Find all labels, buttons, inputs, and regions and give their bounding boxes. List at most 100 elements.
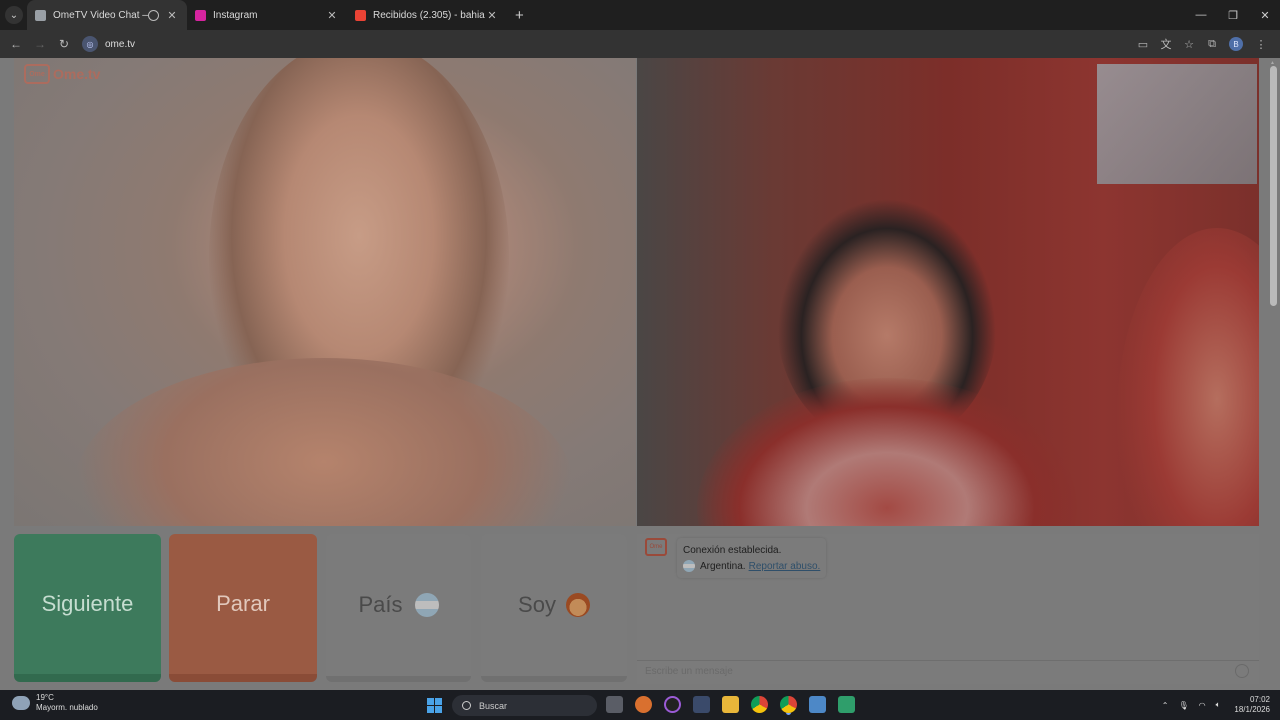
close-tab-icon[interactable]: ✕ xyxy=(165,9,179,22)
app-orange-icon[interactable] xyxy=(635,696,652,713)
boy-emoji-icon xyxy=(565,593,590,617)
extensions-icon[interactable]: ⧉ xyxy=(1201,38,1223,51)
window-controls: — ❐ ✕ xyxy=(1184,0,1280,30)
app-blue-icon[interactable] xyxy=(809,696,826,713)
tab-strip: ⌄ OmeTV Video Chat — Ome ✕ Instagram ✕ R… xyxy=(0,0,1280,30)
time: 07:02 xyxy=(1249,695,1270,704)
app-ring-icon[interactable] xyxy=(664,696,681,713)
stop-label: Parar xyxy=(216,591,270,616)
scroll-up-icon[interactable]: ▲ xyxy=(1270,60,1277,66)
connection-text: Conexión establecida. xyxy=(683,544,782,556)
taskbar-apps xyxy=(606,696,867,713)
emoji-icon[interactable] xyxy=(1235,664,1249,678)
browser-toolbar: ← → ↻ ◎ ome.tv ▭ 文 ☆ ⧉ B ⋮ xyxy=(0,30,1280,58)
wifi-icon[interactable]: ◠ xyxy=(1199,701,1206,710)
country-select-button[interactable]: País xyxy=(326,534,471,682)
site-info-icon[interactable]: ◎ xyxy=(82,36,98,52)
temperature: 19°C xyxy=(36,693,54,702)
close-window-icon[interactable]: ✕ xyxy=(1250,0,1280,30)
ometv-logo: Ome Ome.tv xyxy=(24,64,100,84)
next-button[interactable]: Siguiente xyxy=(14,534,161,682)
stop-button[interactable]: Parar xyxy=(169,534,317,682)
taskbar-search[interactable]: Buscar xyxy=(452,695,597,716)
tab-search-button[interactable]: ⌄ xyxy=(5,6,23,24)
tab-title: Instagram xyxy=(213,9,258,21)
back-icon[interactable]: ← xyxy=(4,37,28,51)
page-scrollbar[interactable] xyxy=(1270,66,1277,306)
video-figure xyxy=(74,358,574,526)
chrome-icon[interactable] xyxy=(751,696,768,713)
chevron-up-icon[interactable]: ⌃ xyxy=(1162,701,1169,710)
connection-line: Conexión establecida. xyxy=(683,542,820,558)
menu-kebab-icon[interactable]: ⋮ xyxy=(1250,38,1272,51)
tab-title: Recibidos (2.305) - bahianoam xyxy=(373,9,485,21)
chat-controls: Siguiente Parar País Soy xyxy=(14,534,628,682)
video-figure xyxy=(697,378,1077,526)
next-label: Siguiente xyxy=(41,591,134,616)
instagram-favicon-icon xyxy=(195,9,206,21)
address-bar[interactable]: ◎ ome.tv xyxy=(82,33,135,55)
cloud-icon xyxy=(12,696,30,710)
argentina-flag-icon xyxy=(683,560,695,572)
country-label: País xyxy=(358,592,403,617)
ometv-favicon-icon xyxy=(35,9,46,21)
gender-select-button[interactable]: Soy xyxy=(481,534,627,682)
message-input[interactable]: Escribe un mensaje xyxy=(637,660,1259,682)
argentina-flag-icon xyxy=(414,593,439,617)
local-video xyxy=(637,58,1259,526)
ometv-chat-logo-icon: Ome xyxy=(645,538,667,556)
volume-icon[interactable]: 🔈︎ xyxy=(1216,700,1221,710)
profile-avatar[interactable]: B xyxy=(1229,37,1243,51)
windows-logo-icon xyxy=(427,698,434,705)
date: 18/1/2026 xyxy=(1234,705,1270,714)
report-abuse-link[interactable]: Reportar abuso. xyxy=(749,561,821,572)
forward-icon[interactable]: → xyxy=(28,37,52,51)
tab-gmail[interactable]: Recibidos (2.305) - bahianoam ✕ xyxy=(347,0,507,30)
app-green-icon[interactable] xyxy=(838,696,855,713)
tab-title: OmeTV Video Chat — Ome xyxy=(53,9,148,21)
tv-logo-icon: Ome xyxy=(24,64,50,84)
tab-instagram[interactable]: Instagram ✕ xyxy=(187,0,347,30)
store-icon[interactable] xyxy=(693,696,710,713)
country-line: Argentina. Reportar abuso. xyxy=(683,558,820,574)
taskbar: 19°C Mayorm. nublado Buscar ⌃ 🎙︎ ◠ 🔈︎ 07… xyxy=(0,690,1280,720)
new-tab-button[interactable]: + xyxy=(515,7,524,24)
page-content: Ome Ome.tv ▲ Siguiente Parar País Soy Om… xyxy=(0,58,1280,690)
translate-icon[interactable]: 文 xyxy=(1155,36,1177,52)
bookmark-star-icon[interactable]: ☆ xyxy=(1178,38,1200,51)
remote-video: Ome Ome.tv xyxy=(14,58,636,526)
audio-playing-icon xyxy=(148,9,159,21)
cast-icon[interactable]: ▭ xyxy=(1132,38,1154,51)
video-figure xyxy=(1117,228,1259,526)
toolbar-actions: ▭ 文 ☆ ⧉ B ⋮ xyxy=(1131,30,1272,58)
start-button[interactable] xyxy=(427,698,442,713)
url-text: ome.tv xyxy=(105,38,136,50)
search-label: Buscar xyxy=(479,700,508,711)
partner-country: Argentina. xyxy=(700,560,746,572)
message-placeholder: Escribe un mensaje xyxy=(645,666,733,677)
restore-icon[interactable]: ❐ xyxy=(1218,0,1248,30)
clock[interactable]: 07:02 18/1/2026 xyxy=(1234,695,1270,715)
weather-desc: Mayorm. nublado xyxy=(36,703,98,712)
search-icon xyxy=(462,701,471,710)
close-tab-icon[interactable]: ✕ xyxy=(325,9,339,22)
gmail-favicon-icon xyxy=(355,9,366,21)
close-tab-icon[interactable]: ✕ xyxy=(485,9,499,22)
chat-panel: Ome Conexión establecida. Argentina. Rep… xyxy=(637,534,1259,684)
tab-ometv[interactable]: OmeTV Video Chat — Ome ✕ xyxy=(27,0,187,30)
weather-text: 19°C Mayorm. nublado xyxy=(36,693,98,713)
gender-label: Soy xyxy=(518,592,556,617)
task-view-icon[interactable] xyxy=(606,696,623,713)
windows-logo-icon xyxy=(435,698,442,705)
system-tray: ⌃ 🎙︎ ◠ 🔈︎ 07:02 18/1/2026 xyxy=(1152,690,1270,720)
tv-screen xyxy=(1097,64,1257,184)
microphone-icon[interactable]: 🎙︎ xyxy=(1178,701,1188,710)
file-explorer-icon[interactable] xyxy=(722,696,739,713)
windows-logo-icon xyxy=(427,706,434,713)
chrome-active-icon[interactable] xyxy=(780,696,797,713)
system-message: Conexión establecida. Argentina. Reporta… xyxy=(677,538,827,578)
reload-icon[interactable]: ↻ xyxy=(52,37,76,51)
logo-text: Ome.tv xyxy=(53,66,101,82)
minimize-icon[interactable]: — xyxy=(1186,0,1216,30)
weather-widget[interactable]: 19°C Mayorm. nublado xyxy=(12,693,98,713)
